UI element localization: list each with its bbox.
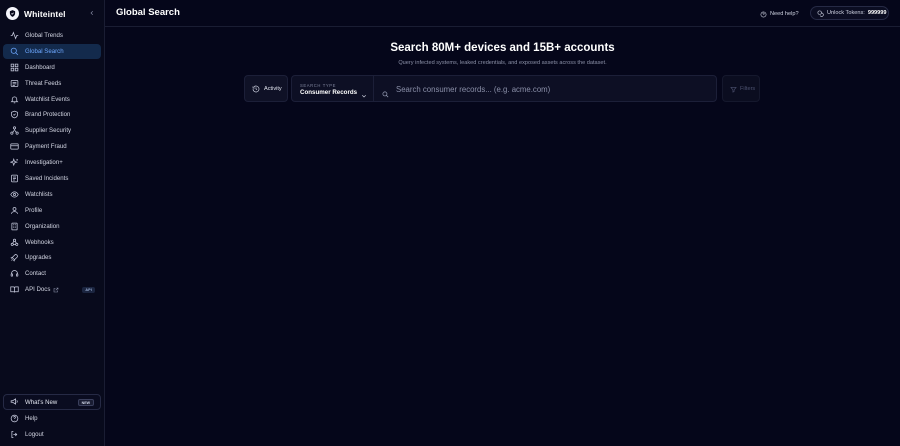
search-icon: [382, 85, 389, 103]
sidebar-item-label: Watchlists: [25, 190, 53, 198]
feeds-icon: [9, 78, 19, 88]
logout-icon: [9, 429, 19, 439]
eye-icon: [9, 189, 19, 199]
sidebar-item-label: Global Search: [25, 47, 64, 55]
headset-icon: [9, 269, 19, 279]
sidebar-item-label: Saved Incidents: [25, 175, 69, 183]
sidebar-item-watchlist-events[interactable]: Watchlist Events: [3, 92, 101, 107]
user-icon: [9, 205, 19, 215]
sidebar-item-label: Organization: [25, 222, 60, 230]
activity-label: Activity: [264, 85, 282, 92]
sidebar-item-contact[interactable]: Contact: [3, 266, 101, 281]
activity-icon: [9, 31, 19, 41]
coins-icon: [817, 4, 824, 22]
sidebar-item-label: Profile: [25, 206, 43, 214]
page-title: Global Search: [116, 7, 180, 18]
filters-label: Filters: [740, 85, 756, 92]
shield-icon: [9, 110, 19, 120]
activity-button[interactable]: Activity: [244, 75, 288, 102]
search-input[interactable]: [396, 82, 706, 96]
sidebar-item-dashboard[interactable]: Dashboard: [3, 60, 101, 75]
sidebar-item-organization[interactable]: Organization: [3, 219, 101, 234]
sidebar-item-global-trends[interactable]: Global Trends: [3, 28, 101, 43]
chevron-down-icon: [361, 86, 367, 104]
filters-button[interactable]: Filters: [722, 75, 760, 102]
sidebar-item-label: Payment Fraud: [25, 143, 67, 151]
sidebar-item-label: Investigation+: [25, 159, 63, 167]
sidebar-item-label: API Docs: [25, 286, 51, 294]
dashboard-icon: [9, 62, 19, 72]
sidebar-item-label: Logout: [25, 430, 44, 438]
search-type-select[interactable]: SEARCH TYPE Consumer Records: [292, 76, 374, 101]
search-row: Activity SEARCH TYPE Consumer Records Fi…: [244, 75, 760, 102]
filter-icon: [730, 80, 737, 98]
network-icon: [9, 126, 19, 136]
sidebar-item-watchlists[interactable]: Watchlists: [3, 187, 101, 202]
search-type-caption: SEARCH TYPE: [300, 83, 337, 88]
sidebar-item-label: Webhooks: [25, 238, 54, 246]
megaphone-icon: [10, 393, 19, 411]
sidebar-item-label: Help: [25, 415, 38, 422]
brand-logo-icon: [6, 7, 19, 20]
whats-new-button[interactable]: What's New NEW: [3, 394, 101, 410]
hero-subtitle: Query infected systems, leaked credentia…: [398, 60, 607, 66]
sidebar-item-payment-fraud[interactable]: Payment Fraud: [3, 139, 101, 154]
sidebar: Whiteintel Global Trends Global Search D…: [0, 0, 105, 446]
chevron-left-icon: [90, 11, 93, 15]
sidebar-bottom-nav: Help Logout: [3, 411, 101, 443]
help-circle-icon: [760, 5, 767, 23]
credit-card-icon: [9, 142, 19, 152]
sidebar-item-webhooks[interactable]: Webhooks: [3, 235, 101, 250]
sidebar-item-label: Threat Feeds: [25, 79, 62, 87]
sidebar-item-label: Brand Protection: [25, 111, 71, 119]
sidebar-item-label: Dashboard: [25, 63, 55, 71]
search-icon: [9, 46, 19, 56]
collapse-sidebar-button[interactable]: [88, 8, 96, 18]
need-help-button[interactable]: Need help?: [760, 7, 799, 20]
top-bar: Global Search Need help? Unlock Tokens: …: [105, 0, 900, 27]
history-icon: [252, 80, 260, 98]
sidebar-item-label: Global Trends: [25, 32, 63, 39]
api-badge: API: [82, 286, 95, 293]
sidebar-item-label: Upgrades: [25, 254, 52, 262]
rocket-icon: [9, 253, 19, 263]
sidebar-item-saved-incidents[interactable]: Saved Incidents: [3, 171, 101, 186]
whats-new-label: What's New: [25, 398, 58, 406]
sidebar-item-threat-feeds[interactable]: Threat Feeds: [3, 76, 101, 91]
search-type-value: Consumer Records: [300, 89, 358, 96]
sidebar-item-upgrades[interactable]: Upgrades: [3, 250, 101, 265]
search-box: SEARCH TYPE Consumer Records: [291, 75, 717, 102]
sidebar-item-label: Supplier Security: [25, 127, 72, 135]
brand[interactable]: Whiteintel: [6, 6, 100, 21]
new-badge: NEW: [77, 399, 94, 406]
sidebar-item-api-docs[interactable]: API Docs API: [3, 282, 101, 297]
sidebar-item-global-search[interactable]: Global Search: [3, 43, 101, 59]
bell-icon: [9, 94, 19, 104]
sidebar-item-brand-protection[interactable]: Brand Protection: [3, 107, 101, 122]
sidebar-item-logout[interactable]: Logout: [3, 427, 101, 442]
unlock-tokens-label: Unlock Tokens:: [827, 10, 865, 16]
help-icon: [9, 414, 19, 424]
sidebar-item-help[interactable]: Help: [3, 411, 101, 426]
webhook-icon: [9, 237, 19, 247]
unlock-tokens-button[interactable]: Unlock Tokens: 999999: [810, 6, 889, 20]
archive-icon: [9, 174, 19, 184]
sparkles-icon: [9, 158, 19, 168]
sidebar-item-profile[interactable]: Profile: [3, 203, 101, 218]
building-icon: [9, 221, 19, 231]
hero-title: Search 80M+ devices and 15B+ accounts: [390, 42, 615, 54]
brand-name: Whiteintel: [24, 8, 66, 19]
sidebar-item-supplier-security[interactable]: Supplier Security: [3, 123, 101, 138]
need-help-label: Need help?: [770, 10, 799, 17]
sidebar-nav: Global Trends Global Search Dashboard Th…: [3, 28, 101, 298]
sidebar-item-label: Watchlist Events: [25, 95, 70, 103]
book-icon: [9, 285, 19, 295]
sidebar-item-label: Contact: [25, 270, 47, 278]
tokens-value: 999999: [867, 10, 887, 16]
sidebar-item-investigation[interactable]: Investigation+: [3, 155, 101, 170]
external-link-icon: [53, 287, 59, 293]
